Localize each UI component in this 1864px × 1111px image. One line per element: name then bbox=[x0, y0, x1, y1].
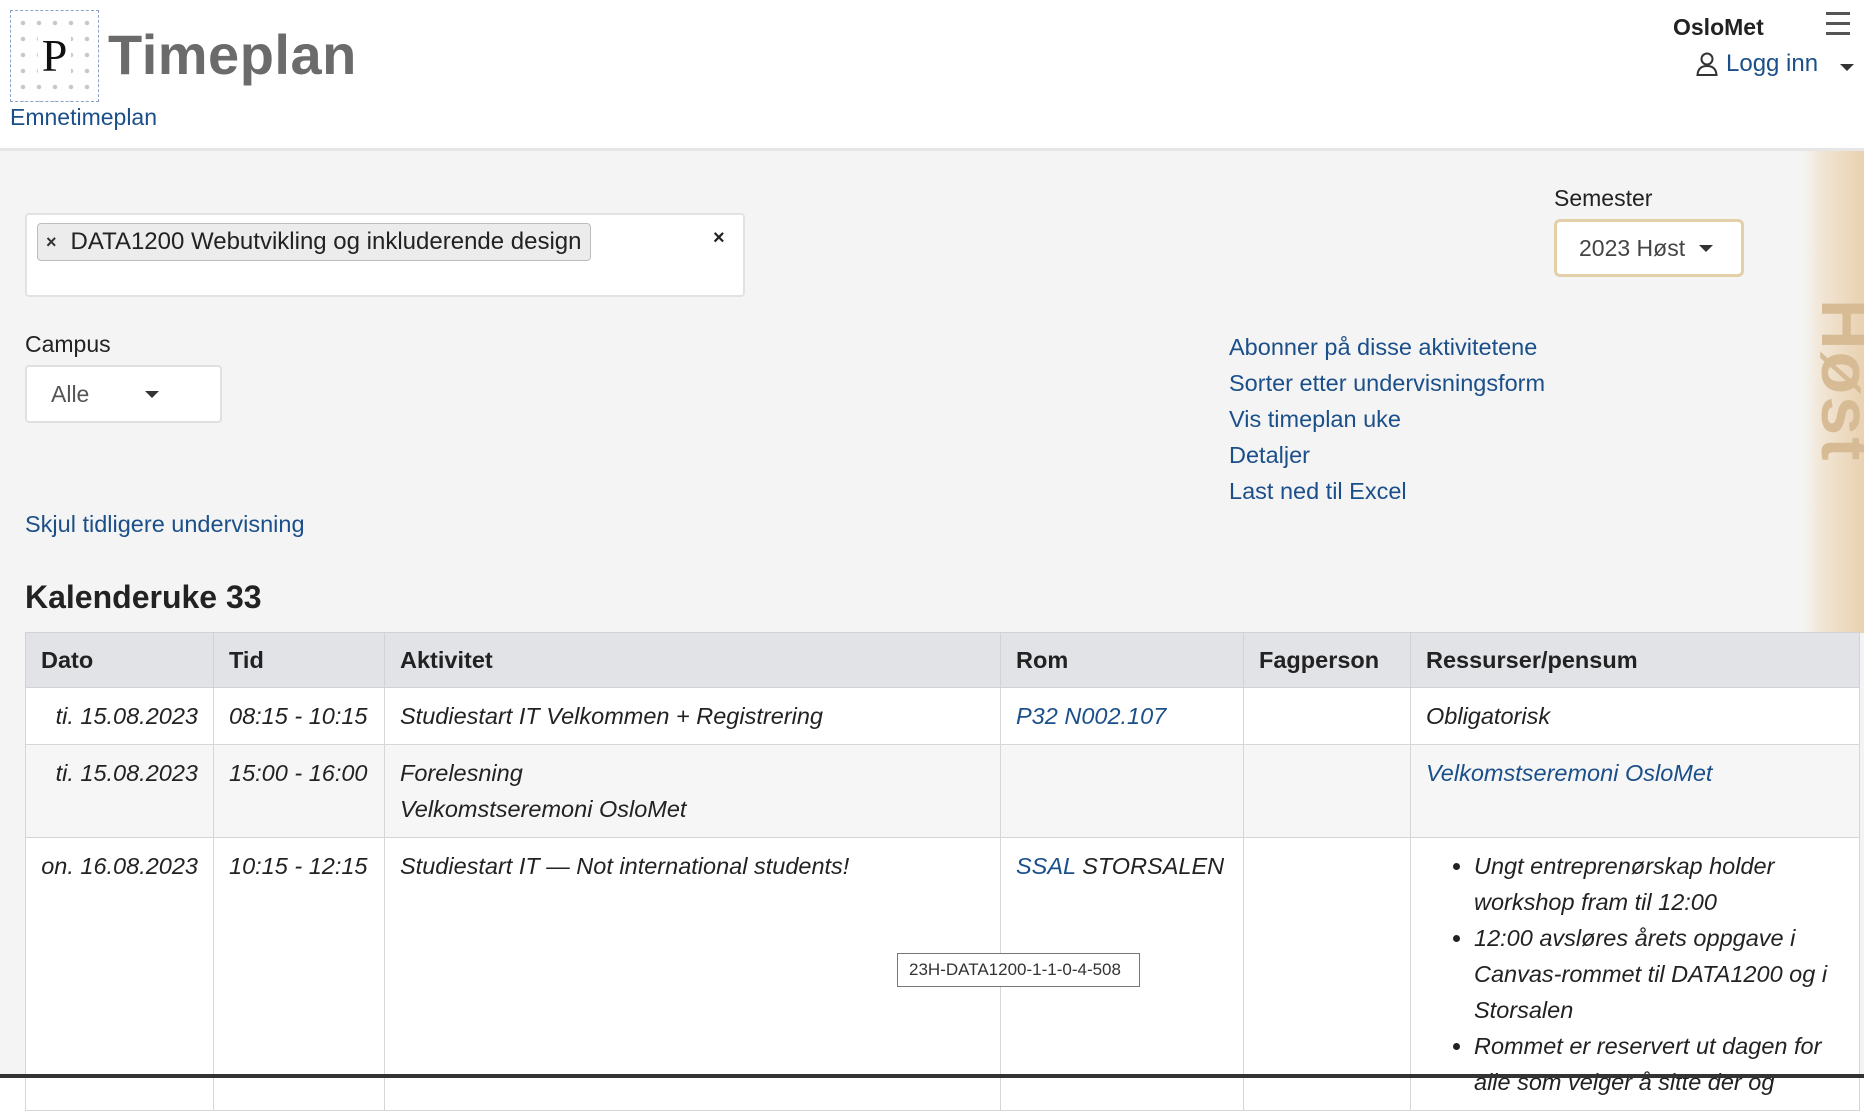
campus-label: Campus bbox=[25, 331, 111, 357]
week-title: Kalenderuke 33 bbox=[25, 579, 262, 615]
table-row: ti. 15.08.2023 15:00 - 16:00 Forelesning… bbox=[25, 744, 1860, 838]
cell-time: 08:15 - 10:15 bbox=[213, 687, 385, 745]
resource-link[interactable]: Velkomstseremoni OsloMet bbox=[1426, 760, 1712, 786]
cell-staff bbox=[1243, 687, 1411, 745]
subscribe-link[interactable]: Abonner på disse aktivitetene bbox=[1229, 334, 1537, 360]
resource-list: Ungt entreprenørskap holder workshop fra… bbox=[1426, 848, 1844, 1100]
resource-item: Rommet er reservert ut dagen for alle so… bbox=[1474, 1028, 1844, 1100]
campus-value: Alle bbox=[51, 380, 90, 407]
show-week-link[interactable]: Vis timeplan uke bbox=[1229, 406, 1401, 432]
cell-resources: Velkomstseremoni OsloMet bbox=[1410, 744, 1860, 838]
table-header-row: Dato Tid Aktivitet Rom Fagperson Ressurs… bbox=[25, 632, 1860, 688]
details-link[interactable]: Detaljer bbox=[1229, 442, 1310, 468]
schedule-table: Dato Tid Aktivitet Rom Fagperson Ressurs… bbox=[25, 632, 1860, 1111]
cell-resources: Ungt entreprenørskap holder workshop fra… bbox=[1410, 837, 1860, 1111]
login-button[interactable]: Logg inn bbox=[1696, 50, 1855, 78]
activity-title: Velkomstseremoni OsloMet bbox=[400, 796, 687, 822]
main-content: Høst × DATA1200 Webutvikling og inkluder… bbox=[0, 151, 1864, 1111]
cell-date: ti. 15.08.2023 bbox=[25, 744, 214, 838]
cell-activity: Studiestart IT Velkommen + Registrering bbox=[384, 687, 1001, 745]
cell-staff bbox=[1243, 744, 1411, 838]
chevron-down-icon bbox=[1699, 244, 1714, 252]
semester-value: 2023 Høst bbox=[1579, 234, 1686, 261]
column-header-staff[interactable]: Fagperson bbox=[1243, 632, 1411, 688]
hide-previous-link[interactable]: Skjul tidligere undervisning bbox=[25, 511, 305, 538]
login-label: Logg inn bbox=[1726, 50, 1819, 77]
cell-resources: Obligatorisk bbox=[1410, 687, 1860, 745]
chevron-down-icon bbox=[1840, 63, 1855, 71]
app-header: P Timeplan Emnetimeplan OsloMet Logg inn bbox=[0, 0, 1864, 151]
semester-label: Semester bbox=[1554, 185, 1653, 211]
activity-type: Forelesning bbox=[400, 760, 523, 786]
window-bottom-edge bbox=[0, 1074, 1864, 1078]
emnetimeplan-link[interactable]: Emnetimeplan bbox=[10, 104, 157, 131]
season-banner: Høst bbox=[1802, 151, 1864, 633]
column-header-time[interactable]: Tid bbox=[213, 632, 385, 688]
download-excel-link[interactable]: Last ned til Excel bbox=[1229, 478, 1407, 504]
cell-room bbox=[1000, 744, 1244, 838]
sort-by-type-link[interactable]: Sorter etter undervisningsform bbox=[1229, 370, 1545, 396]
resource-item: 12:00 avsløres årets oppgave i Canvas-ro… bbox=[1474, 920, 1844, 1028]
activity-title: Studiestart IT Velkommen + Registrering bbox=[400, 703, 823, 729]
room-link[interactable]: SSAL bbox=[1016, 853, 1076, 879]
hamburger-menu-icon[interactable] bbox=[1826, 12, 1850, 38]
cell-room: P32 N002.107 bbox=[1000, 687, 1244, 745]
cell-time: 15:00 - 16:00 bbox=[213, 744, 385, 838]
app-title: Timeplan bbox=[108, 23, 357, 86]
cell-activity: Forelesning Velkomstseremoni OsloMet bbox=[384, 744, 1001, 838]
column-header-activity[interactable]: Aktivitet bbox=[384, 632, 1001, 688]
column-header-date[interactable]: Dato bbox=[25, 632, 214, 688]
action-links: Abonner på disse aktivitetene Sorter ett… bbox=[1229, 329, 1545, 509]
room-link[interactable]: P32 N002.107 bbox=[1016, 703, 1166, 729]
activity-title: Studiestart IT — Not international stude… bbox=[400, 853, 850, 879]
user-icon bbox=[1696, 52, 1718, 76]
tooltip: 23H-DATA1200-1-1-0-4-508 bbox=[897, 953, 1140, 987]
semester-dropdown[interactable]: 2023 Høst bbox=[1554, 219, 1744, 277]
app-logo[interactable]: P bbox=[10, 10, 99, 102]
cell-date: on. 16.08.2023 bbox=[25, 837, 214, 1111]
logo-letter: P bbox=[37, 33, 72, 79]
campus-dropdown[interactable]: Alle bbox=[25, 365, 222, 423]
selected-course-chip: × DATA1200 Webutvikling og inkluderende … bbox=[37, 223, 591, 261]
remove-chip-icon[interactable]: × bbox=[46, 232, 57, 253]
column-header-resources[interactable]: Ressurser/pensum bbox=[1410, 632, 1860, 688]
room-name: STORSALEN bbox=[1075, 853, 1225, 879]
column-header-room[interactable]: Rom bbox=[1000, 632, 1244, 688]
organization-name: OsloMet bbox=[1673, 14, 1764, 40]
cell-time: 10:15 - 12:15 bbox=[213, 837, 385, 1111]
selected-course-label: DATA1200 Webutvikling og inkluderende de… bbox=[70, 228, 582, 255]
cell-date: ti. 15.08.2023 bbox=[25, 687, 214, 745]
resource-item: Ungt entreprenørskap holder workshop fra… bbox=[1474, 848, 1844, 920]
cell-staff bbox=[1243, 837, 1411, 1111]
table-row: ti. 15.08.2023 08:15 - 10:15 Studiestart… bbox=[25, 687, 1860, 745]
course-multiselect[interactable]: × DATA1200 Webutvikling og inkluderende … bbox=[25, 213, 745, 297]
season-label: Høst bbox=[1807, 299, 1864, 463]
clear-selection-icon[interactable]: × bbox=[713, 227, 725, 250]
chevron-down-icon bbox=[145, 390, 160, 398]
